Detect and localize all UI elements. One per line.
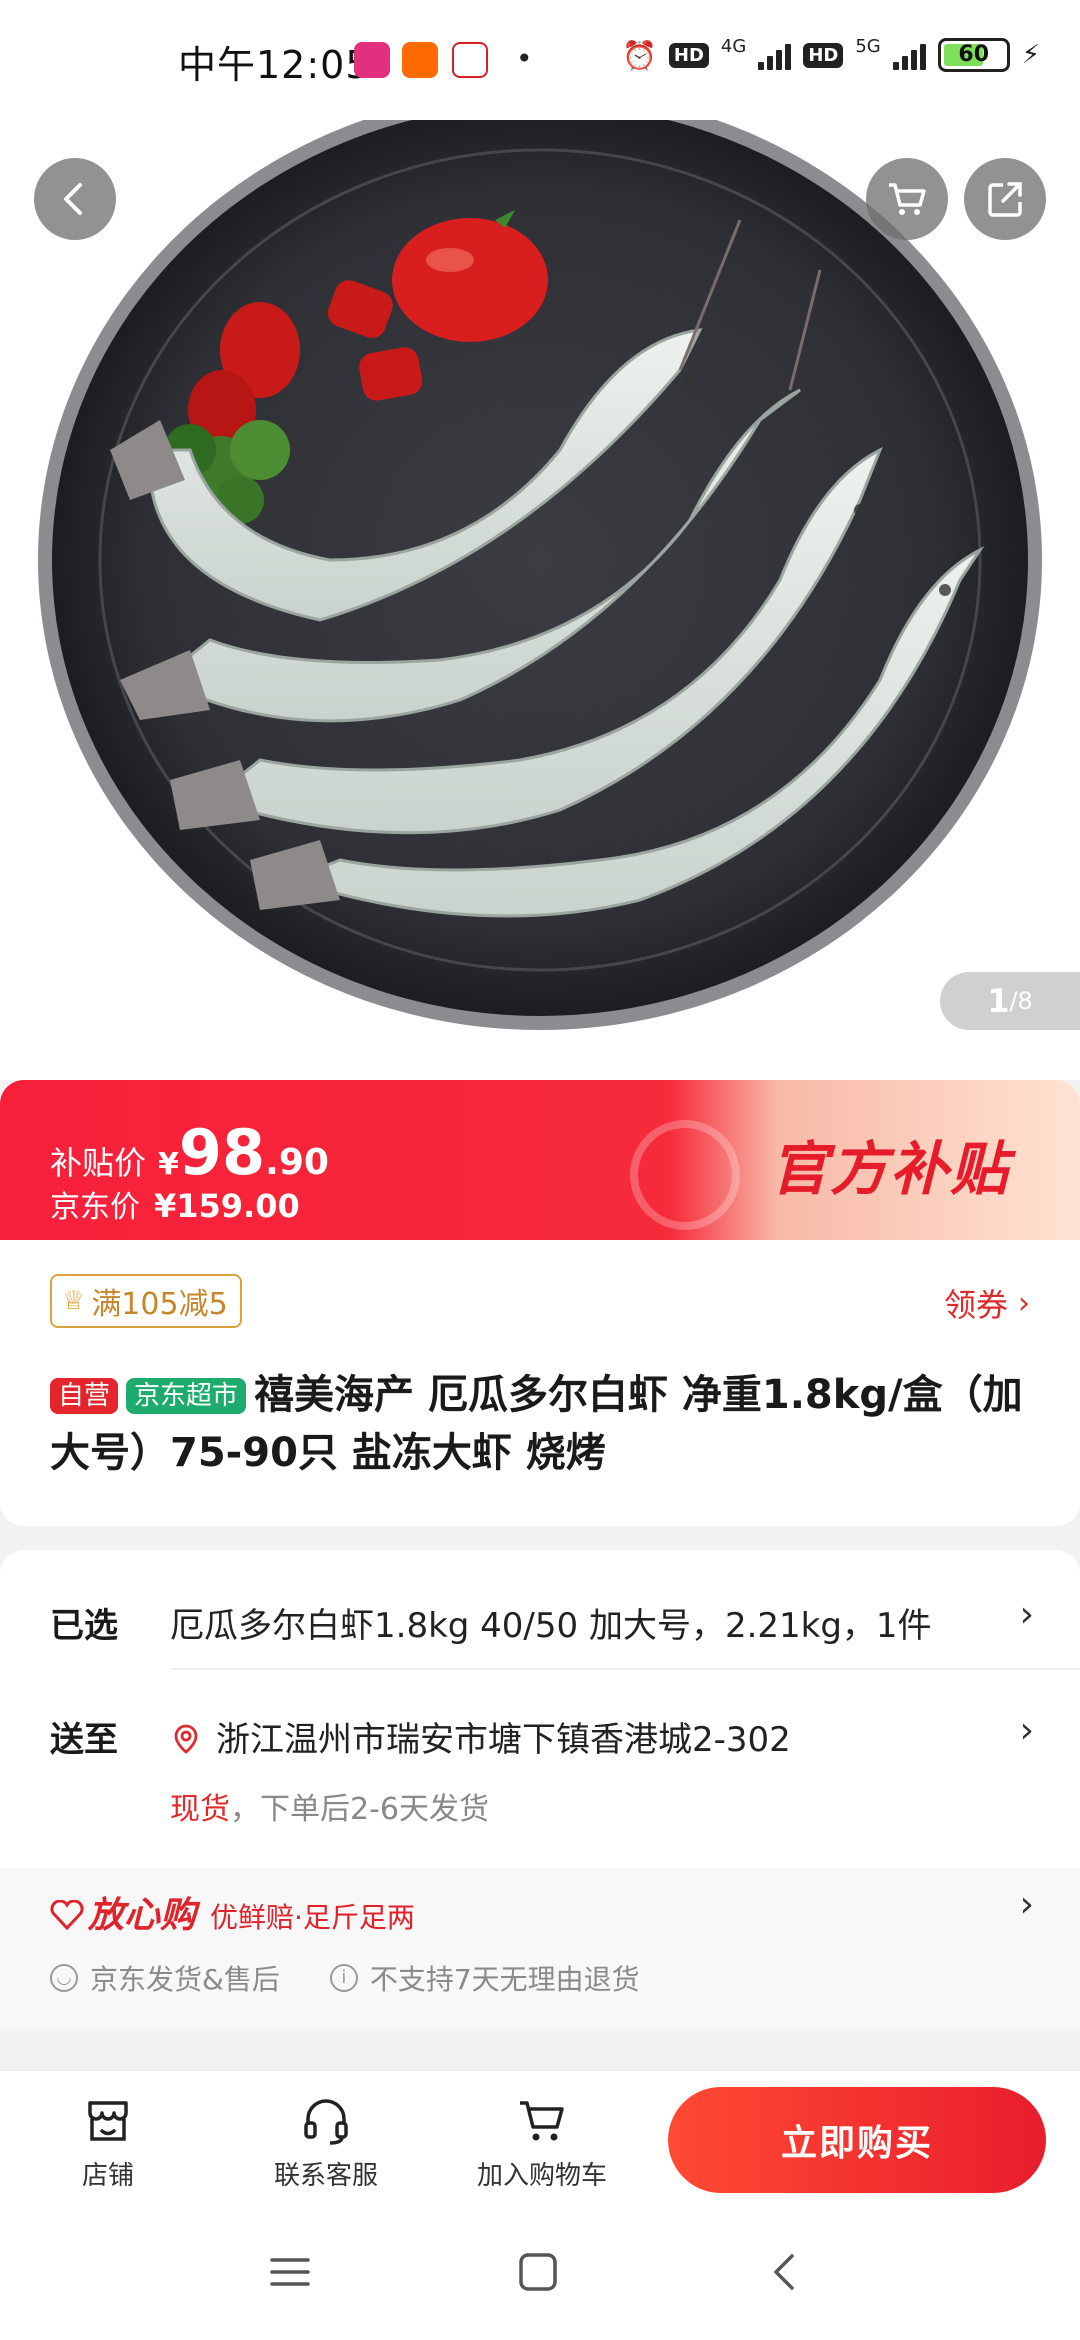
alarm-icon: ⏰	[622, 38, 657, 72]
product-detail-page: 中午12:05 • ⏰ HD 4G HD 5G 60 ⚡ 1 /8 补贴价 ¥ …	[0, 0, 1080, 2340]
currency-symbol: ¥	[158, 1147, 179, 1182]
taobao-icon	[402, 42, 438, 78]
assurance-brand-text: 放心购	[88, 1895, 197, 1936]
assurance-title: 放心购 优鲜赔·足斤足两	[50, 1886, 415, 1938]
network-type-2: 5G	[855, 36, 881, 57]
divider	[170, 1668, 1080, 1670]
image-index: 1	[987, 982, 1010, 1020]
subsidy-price: 补贴价 ¥ 98 .90	[50, 1116, 329, 1189]
vipshop-icon	[354, 42, 390, 78]
chevron-right-icon: ›	[1018, 1285, 1030, 1321]
store-label: 店铺	[81, 2161, 134, 2191]
share-icon	[988, 182, 1022, 217]
status-icons: ⏰ HD 4G HD 5G 60 ⚡	[622, 38, 1040, 72]
image-total: /8	[1009, 987, 1033, 1015]
ship-to-label: 送至	[50, 1720, 118, 1760]
headset-icon	[304, 2099, 348, 2145]
supermarket-tag: 京东超市	[126, 1378, 247, 1414]
status-time: 中午12:05	[178, 43, 371, 87]
ship-note: ，下单后2-6天发货	[230, 1792, 489, 1827]
buy-now-button[interactable]: 立即购买	[668, 2087, 1046, 2193]
jd-price-label: 京东价	[50, 1190, 140, 1225]
location-pin-icon	[174, 1724, 198, 1754]
menu-icon[interactable]	[268, 2250, 312, 2294]
self-operated-tag: 自营	[50, 1378, 119, 1414]
jd-price-value: ¥159.00	[154, 1187, 300, 1225]
customer-service-button[interactable]: 联系客服	[246, 2093, 406, 2192]
red-packet-icon	[630, 1120, 740, 1230]
cart-icon	[889, 183, 926, 215]
system-navigation-bar	[0, 2210, 1080, 2340]
assurance-item: i 不支持7天无理由退货	[329, 1958, 640, 1998]
product-image-carousel[interactable]: 1/8	[0, 120, 1080, 1080]
image-counter: 1/8	[940, 972, 1080, 1030]
selected-value: 厄瓜多尔白虾1.8kg 40/50 加大号，2.21kg，1件	[170, 1606, 932, 1646]
product-photo	[38, 120, 1042, 1030]
assurance-row[interactable]: 放心购 优鲜赔·足斤足两 › ◡ 京东发货&售后 i 不支持7天无理由退货	[0, 1868, 1080, 2030]
price-banner: 补贴价 ¥ 98 .90 京东价 ¥159.00 官方补贴	[0, 1080, 1080, 1240]
official-subsidy-badge: 官方补贴	[770, 1135, 1011, 1203]
jd-price: 京东价 ¥159.00	[50, 1182, 300, 1226]
address-text: 浙江温州市瑞安市塘下镇香港城2-302	[216, 1720, 791, 1760]
battery-percent: 60	[958, 42, 990, 67]
coupon-text: 满105减5	[91, 1287, 228, 1322]
cart-button[interactable]	[866, 158, 948, 240]
subsidy-label: 补贴价	[50, 1144, 147, 1182]
store-button[interactable]: 店铺	[28, 2093, 188, 2192]
more-notifications-icon: •	[516, 42, 533, 75]
customer-service-label: 联系客服	[273, 2161, 378, 2191]
stock-status: 现货	[170, 1792, 230, 1827]
back-icon[interactable]	[764, 2250, 808, 2294]
selected-label: 已选	[50, 1606, 118, 1646]
signal-icon-2	[892, 40, 926, 70]
status-bar: 中午12:05 • ⏰ HD 4G HD 5G 60 ⚡	[0, 0, 1080, 120]
assurance-brand: 放心购	[50, 1886, 196, 1938]
kfc-icon	[452, 42, 488, 78]
chevron-right-icon: ›	[1019, 1710, 1034, 1751]
get-coupon-link[interactable]: 领券 ›	[944, 1280, 1030, 1326]
coupon-badge[interactable]: ♕ 满105减5	[50, 1274, 242, 1328]
assurance-item-text: 不支持7天无理由退货	[369, 1963, 640, 1996]
subsidy-price-integer: 98	[178, 1116, 266, 1189]
battery-icon: 60	[937, 38, 1010, 72]
home-icon[interactable]	[516, 2250, 560, 2294]
assurance-sub: 优鲜赔·足斤足两	[210, 1901, 415, 1934]
chevron-right-icon: ›	[1019, 1594, 1034, 1635]
smile-icon: ◡	[50, 1964, 78, 1992]
selection-card: 已选 厄瓜多尔白虾1.8kg 40/50 加大号，2.21kg，1件 › 送至 …	[0, 1550, 1080, 2030]
cart-icon	[520, 2101, 564, 2141]
get-coupon-label: 领券	[943, 1286, 1008, 1324]
hd-icon: HD	[668, 42, 709, 68]
info-icon: i	[329, 1964, 358, 1992]
chevron-left-icon	[64, 183, 82, 215]
add-to-cart-button[interactable]: 加入购物车	[462, 2093, 622, 2192]
subsidy-price-decimal: .90	[265, 1142, 329, 1183]
heart-shield-icon	[50, 1899, 84, 1931]
assurance-items: ◡ 京东发货&售后 i 不支持7天无理由退货	[50, 1958, 640, 1998]
assurance-item-text: 京东发货&售后	[90, 1963, 280, 1996]
network-type-1: 4G	[720, 36, 747, 57]
chevron-right-icon: ›	[1019, 1884, 1034, 1925]
charging-icon: ⚡	[1021, 40, 1040, 70]
signal-icon	[758, 40, 792, 70]
crown-icon: ♕	[62, 1286, 86, 1316]
address-line: 浙江温州市瑞安市塘下镇香港城2-302	[170, 1712, 791, 1761]
hd-icon-2: HD	[803, 42, 844, 68]
assurance-item: ◡ 京东发货&售后	[50, 1958, 280, 1998]
product-title: 自营 京东超市 禧美海产 厄瓜多尔白虾 净重1.8kg/盒（加大号）75-90只 盐…	[50, 1366, 1040, 1482]
add-to-cart-label: 加入购物车	[476, 2161, 607, 2191]
shipping-status: 现货，下单后2-6天发货	[170, 1784, 489, 1828]
store-icon	[88, 2101, 128, 2141]
back-button[interactable]	[34, 158, 116, 240]
share-button[interactable]	[964, 158, 1046, 240]
product-info-card: ♕ 满105减5 领券 › 自营 京东超市 禧美海产 厄瓜多尔白虾 净重1.8kg/…	[0, 1240, 1080, 1526]
bottom-action-bar: 店铺 联系客服 加入购物车 立即购买	[0, 2070, 1080, 2210]
